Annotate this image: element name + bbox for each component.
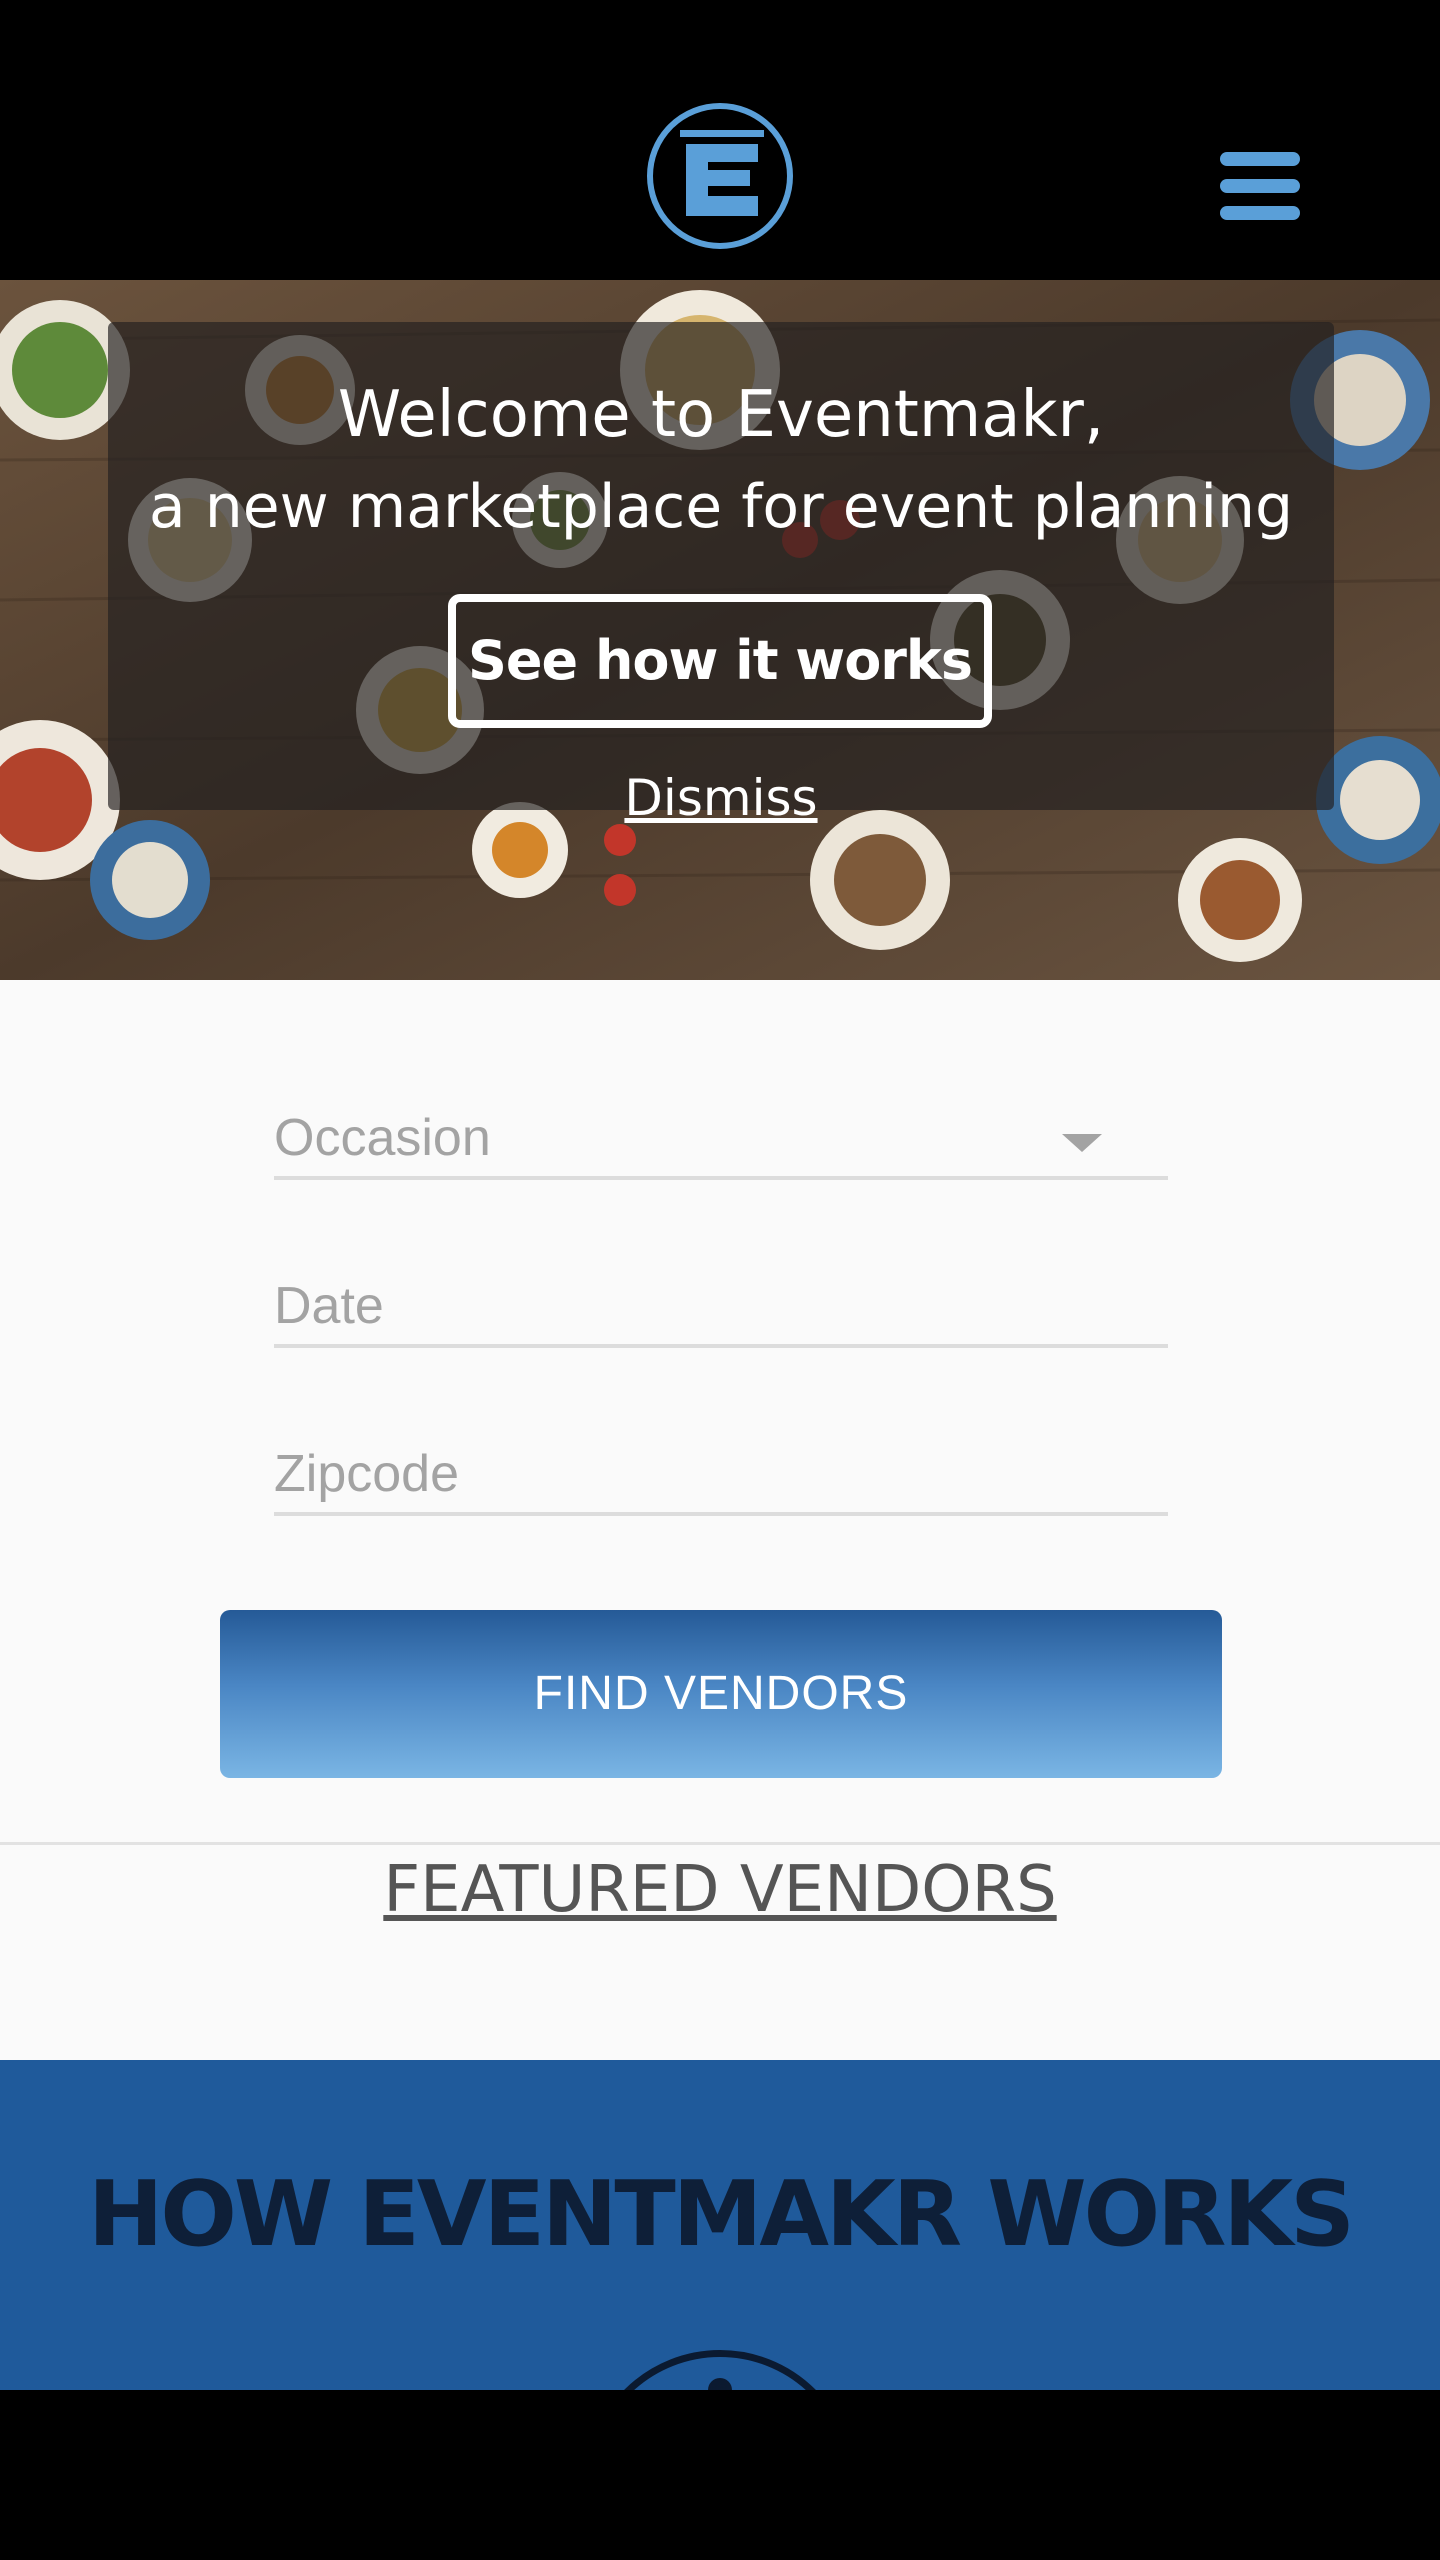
find-vendors-button[interactable]: FIND VENDORS — [220, 1610, 1222, 1778]
section-divider — [0, 1842, 1440, 1845]
menu-bar — [1220, 152, 1300, 166]
see-how-it-works-button[interactable]: See how it works — [448, 594, 992, 728]
menu-bar — [1220, 179, 1300, 193]
zipcode-input[interactable]: Zipcode — [274, 1416, 1168, 1516]
featured-vendors-heading[interactable]: FEATURED VENDORS — [0, 1850, 1440, 1930]
system-navigation-bar — [0, 2390, 1440, 2560]
dismiss-link[interactable]: Dismiss — [108, 768, 1334, 828]
date-placeholder: Date — [274, 1277, 384, 1335]
welcome-overlay-panel: Welcome to Eventmakr, a new marketplace … — [108, 322, 1334, 827]
date-input[interactable]: Date — [274, 1248, 1168, 1348]
how-it-works-title: HOW EVENTMAKR WORKS — [88, 2162, 1355, 2267]
occasion-placeholder: Occasion — [274, 1109, 491, 1167]
welcome-subheading: a new marketplace for event planning — [148, 472, 1294, 542]
occasion-select[interactable]: Occasion — [274, 1080, 1168, 1180]
how-it-works-section: HOW EVENTMAKR WORKS — [0, 2060, 1440, 2390]
menu-bar — [1220, 206, 1300, 220]
dropdown-caret-icon — [1062, 1134, 1102, 1152]
hamburger-menu-icon[interactable] — [1220, 152, 1300, 220]
eventmakr-logo-icon[interactable] — [644, 100, 796, 252]
vendor-search-form: Occasion Date Zipcode FIND VENDORS FEATU… — [0, 980, 1440, 2060]
welcome-heading: Welcome to Eventmakr, — [337, 378, 1105, 452]
hero-banner: Welcome to Eventmakr, a new marketplace … — [0, 280, 1440, 980]
zipcode-placeholder: Zipcode — [274, 1445, 459, 1503]
top-navbar — [0, 0, 1440, 280]
